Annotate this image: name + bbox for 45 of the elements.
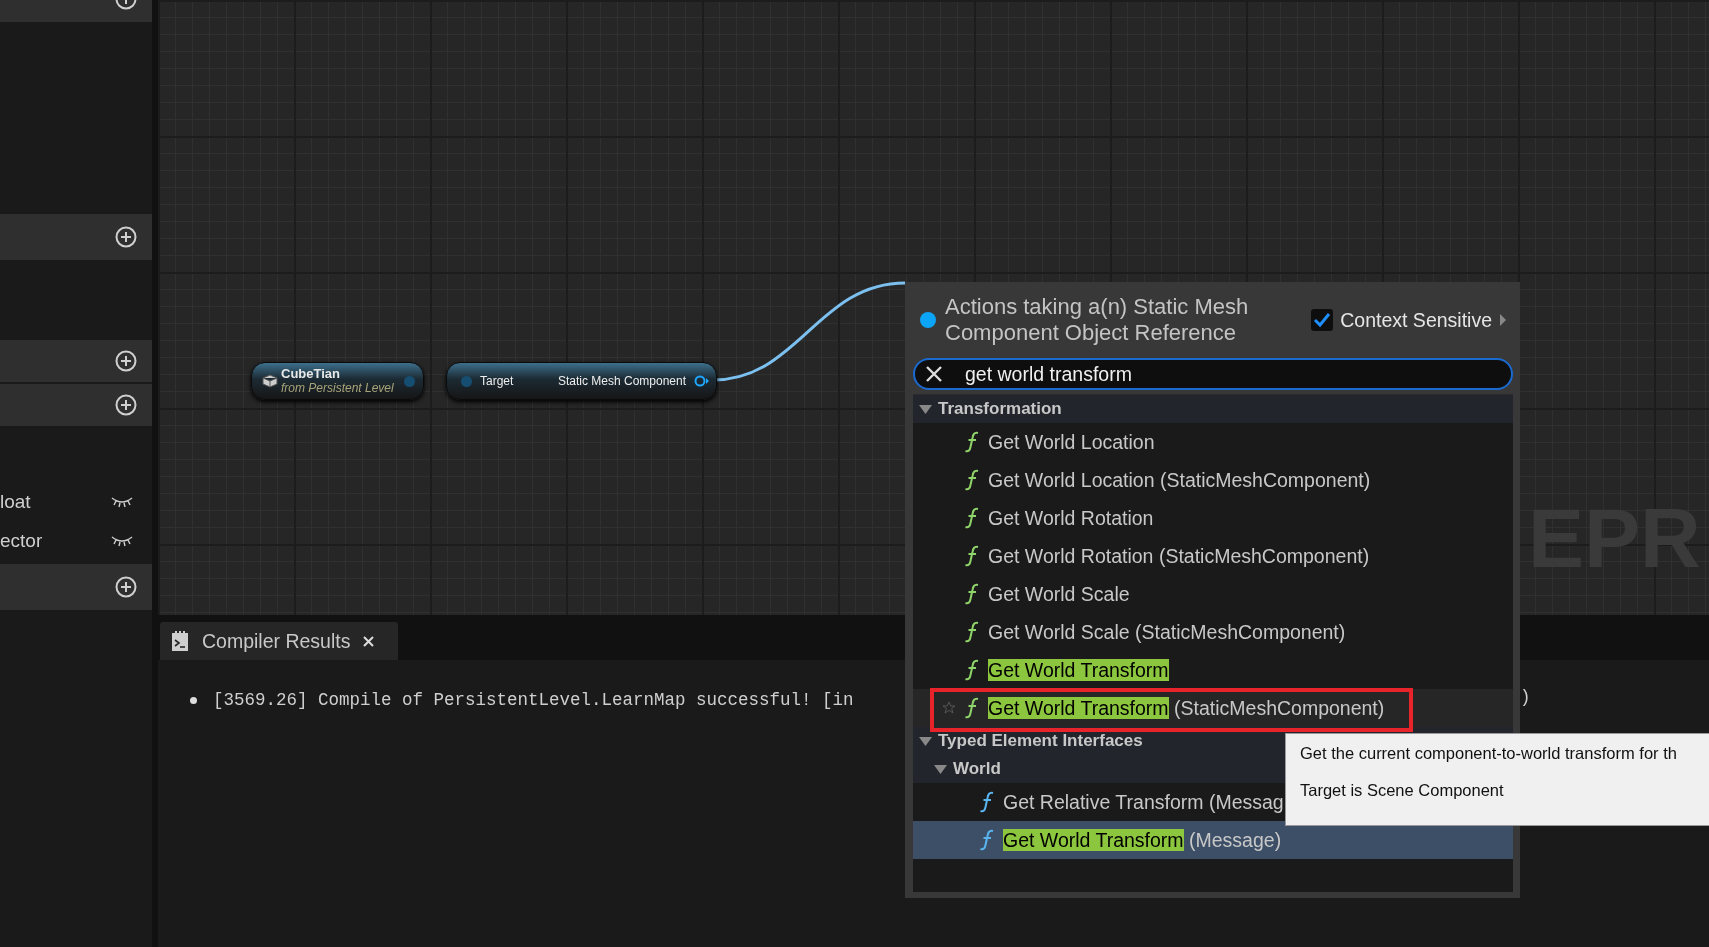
category-row[interactable]: Transformation [913,395,1513,423]
search-field[interactable]: get world transform [913,358,1513,390]
action-item[interactable]: Get World Transform (Message) [913,821,1513,859]
action-item[interactable]: Get World Location [913,423,1513,461]
pin-label: Target [480,374,514,388]
pin-label: Static Mesh Component [557,374,686,388]
closed-eye-icon[interactable] [110,495,134,508]
compiler-results-tab[interactable]: Compiler Results [160,622,398,660]
expand-arrow-icon[interactable] [1499,313,1507,327]
input-pin[interactable] [461,375,472,387]
menu-title: Actions taking a(n) Static Mesh Component Object Reference [945,294,1250,346]
node-title: CubeTian [281,367,341,381]
action-item[interactable]: Get World Location (StaticMeshComponent) [913,461,1513,499]
closed-eye-icon[interactable] [110,534,134,547]
add-icon[interactable] [115,394,137,416]
star-icon[interactable] [942,701,956,715]
tooltip-text: Target is Scene Component [1300,781,1505,800]
action-item[interactable]: Get World Scale (StaticMeshComponent) [913,613,1513,651]
close-icon[interactable] [363,635,375,647]
caret-icon[interactable] [934,764,947,774]
action-item[interactable]: Get World Transform [913,651,1513,689]
bullet-icon [190,696,197,704]
getter-node[interactable]: Target Static Mesh Component [446,362,717,400]
clear-icon[interactable] [925,365,943,383]
caret-icon[interactable] [919,404,932,414]
action-item[interactable]: Get World Scale [913,575,1513,613]
output-pin[interactable] [694,375,710,387]
action-item[interactable]: Get World Rotation (StaticMeshComponent) [913,537,1513,575]
action-item[interactable]: Get World Rotation [913,499,1513,537]
terminal-icon [171,630,189,652]
caret-icon[interactable] [919,736,932,746]
log-message: ) [1520,687,1531,707]
cube-icon [262,374,278,388]
variable-name[interactable]: ector [0,529,43,552]
add-icon[interactable] [115,576,137,598]
node-subtitle: from Persistent Level [281,381,394,395]
variable-name[interactable]: loat [0,490,31,513]
action-item[interactable]: Get World Transform (StaticMeshComponent) [913,689,1513,727]
checkbox-label[interactable]: Context Sensitive [1340,308,1492,332]
checkbox[interactable] [1311,309,1334,331]
add-icon[interactable] [115,226,137,248]
pin-type-icon [920,312,936,328]
actor-node[interactable]: CubeTian from Persistent Level [251,362,424,400]
log-message: [3569.26] Compile of PersistentLevel.LearnMap successful! [in [213,690,854,710]
add-icon[interactable] [115,350,137,372]
